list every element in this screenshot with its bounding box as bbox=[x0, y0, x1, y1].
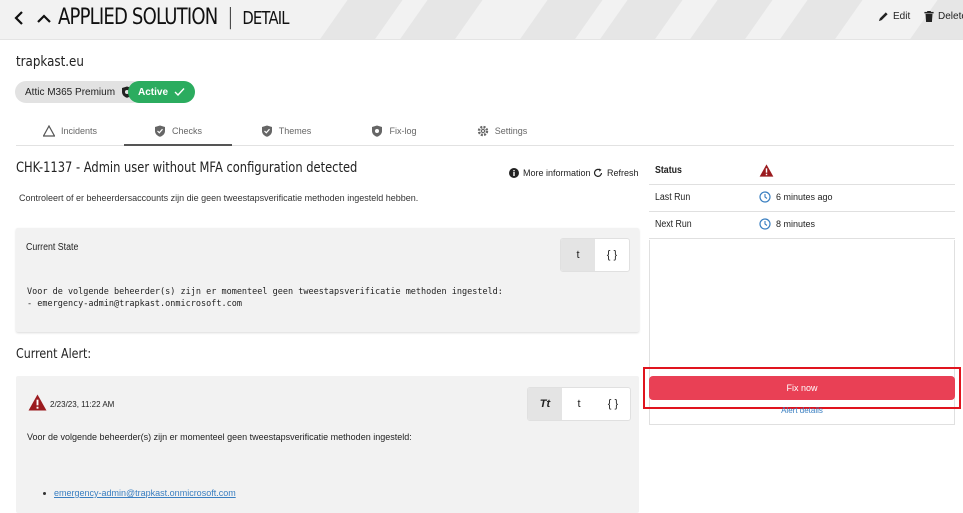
license-chip: Attic M365 Premium bbox=[15, 81, 144, 103]
current-state-title: Current State bbox=[26, 242, 79, 253]
state-view-toggle: t { } bbox=[560, 238, 630, 272]
alert-timestamp: 2/23/23, 11:22 AM bbox=[50, 400, 115, 409]
page-header: APPLIED SOLUTION|DETAIL Edit Delete bbox=[0, 0, 963, 40]
list-item[interactable]: emergency-admin@trapkast.onmicrosoft.com bbox=[43, 488, 236, 498]
refresh-icon bbox=[593, 168, 603, 177]
triangle-icon bbox=[42, 125, 55, 137]
warning-icon bbox=[28, 394, 47, 411]
warning-icon bbox=[759, 164, 774, 177]
status-row: Status bbox=[649, 158, 955, 185]
shield-check-icon bbox=[154, 125, 165, 137]
alert-details-link[interactable]: Alert details bbox=[649, 406, 955, 415]
tab-checks[interactable]: Checks bbox=[124, 117, 232, 146]
delete-button[interactable]: Delete bbox=[924, 11, 963, 22]
edit-button[interactable]: Edit bbox=[878, 11, 910, 22]
back-icon[interactable] bbox=[13, 9, 25, 29]
current-alert-title: Current Alert: bbox=[16, 347, 92, 362]
status-badge: Active bbox=[128, 81, 196, 103]
info-icon bbox=[509, 168, 519, 178]
shield-gear-icon bbox=[372, 125, 383, 137]
view-json-button[interactable]: { } bbox=[595, 239, 629, 271]
tab-settings[interactable]: Settings bbox=[448, 117, 556, 145]
tab-themes[interactable]: Themes bbox=[232, 117, 340, 145]
page-title: APPLIED SOLUTION | DETAIL bbox=[58, 5, 290, 30]
pencil-icon bbox=[878, 12, 888, 22]
current-state-content: Voor de volgende beheerder(s) zijn er mo… bbox=[27, 287, 503, 309]
tab-fix-log[interactable]: Fix-log bbox=[340, 117, 448, 145]
current-alert-panel: 2/23/23, 11:22 AM Tt t { } Voor de volge… bbox=[16, 376, 639, 513]
current-state-panel: Current State t { } Voor de volgende beh… bbox=[16, 228, 639, 332]
clock-icon bbox=[759, 191, 771, 203]
tenant-domain: trapkast.eu bbox=[16, 54, 84, 70]
check-description: Controleert of er beheerdersaccounts zij… bbox=[19, 193, 419, 203]
clock-icon bbox=[759, 218, 771, 230]
next-run-row: Next Run 8 minutes bbox=[649, 212, 955, 239]
more-information-button[interactable]: More information bbox=[509, 168, 591, 178]
tab-incidents[interactable]: Incidents bbox=[16, 117, 124, 145]
check-icon bbox=[174, 88, 185, 97]
collapse-chevron-up-icon[interactable] bbox=[37, 9, 51, 29]
shield-check-icon bbox=[261, 125, 272, 137]
view-json-button[interactable]: { } bbox=[596, 388, 630, 420]
fix-now-button[interactable]: Fix now bbox=[649, 376, 955, 400]
last-run-row: Last Run 6 minutes ago bbox=[649, 185, 955, 212]
alert-view-toggle: Tt t { } bbox=[527, 387, 631, 421]
view-text-button[interactable]: t bbox=[562, 388, 596, 420]
view-rich-button[interactable]: Tt bbox=[528, 388, 562, 420]
trash-icon bbox=[924, 11, 934, 22]
gear-icon bbox=[477, 125, 488, 137]
check-title: CHK-1137 - Admin user without MFA config… bbox=[16, 160, 358, 176]
alert-message: Voor de volgende beheerder(s) zijn er mo… bbox=[27, 432, 412, 442]
tab-bar: Incidents Checks Themes Fix-log Settings bbox=[16, 117, 954, 146]
refresh-button[interactable]: Refresh bbox=[593, 168, 639, 178]
bullet bbox=[43, 491, 46, 495]
view-text-button[interactable]: t bbox=[561, 239, 595, 271]
